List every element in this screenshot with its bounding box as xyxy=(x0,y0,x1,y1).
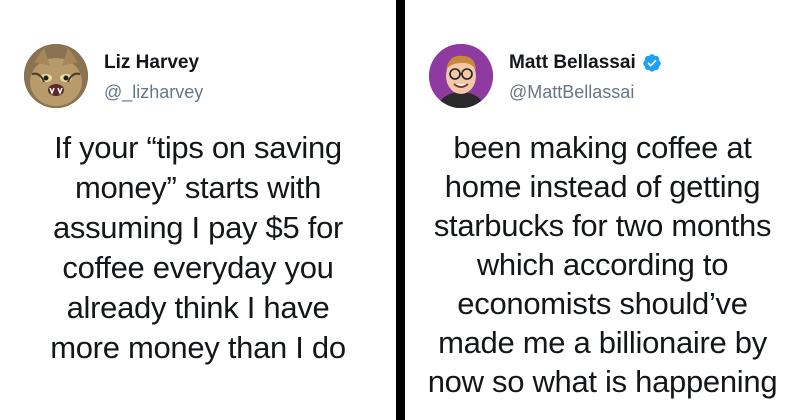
avatar[interactable] xyxy=(429,44,493,108)
verified-badge-icon xyxy=(642,54,661,72)
display-name[interactable]: Matt Bellassai xyxy=(509,52,636,74)
tweet-line: already think I have xyxy=(66,290,330,325)
tweet-line: assuming I pay $5 for xyxy=(52,210,344,245)
tweet-card-liz: Liz Harvey @_lizharvey If your “tips on … xyxy=(0,0,396,420)
tweet-line: more money than I do xyxy=(50,330,346,365)
name-row: Matt Bellassai xyxy=(509,52,662,74)
tweet-line: now so what is happening xyxy=(427,364,778,399)
tweet-line: economists should’ve xyxy=(457,286,748,321)
tweet-text: If your “tips on saving money” starts wi… xyxy=(0,128,396,368)
tweet-line: which according to xyxy=(476,247,729,282)
tweet-line: coffee everyday you xyxy=(62,250,334,285)
avatar[interactable] xyxy=(24,44,88,108)
tweet-line: starbucks for two months xyxy=(433,208,772,243)
man-with-glasses-avatar-icon xyxy=(429,44,493,108)
user-handle[interactable]: @_lizharvey xyxy=(104,82,203,103)
tweet-line: made me a billionaire by xyxy=(438,325,767,360)
name-row: Liz Harvey xyxy=(104,52,199,74)
tweet-line: home instead of getting xyxy=(444,169,761,204)
tweet-card-matt: Matt Bellassai @MattBellassai been makin… xyxy=(405,0,800,420)
tweet-text: been making coffee at home instead of ge… xyxy=(405,128,800,401)
tweet-collage: Liz Harvey @_lizharvey If your “tips on … xyxy=(0,0,800,420)
user-handle[interactable]: @MattBellassai xyxy=(509,82,634,103)
tweet-line: been making coffee at xyxy=(453,130,752,165)
tweet-line: If your “tips on saving xyxy=(54,130,342,165)
cat-avatar-icon xyxy=(24,44,88,108)
display-name[interactable]: Liz Harvey xyxy=(104,52,199,74)
tweet-line: money” starts with xyxy=(74,170,322,205)
